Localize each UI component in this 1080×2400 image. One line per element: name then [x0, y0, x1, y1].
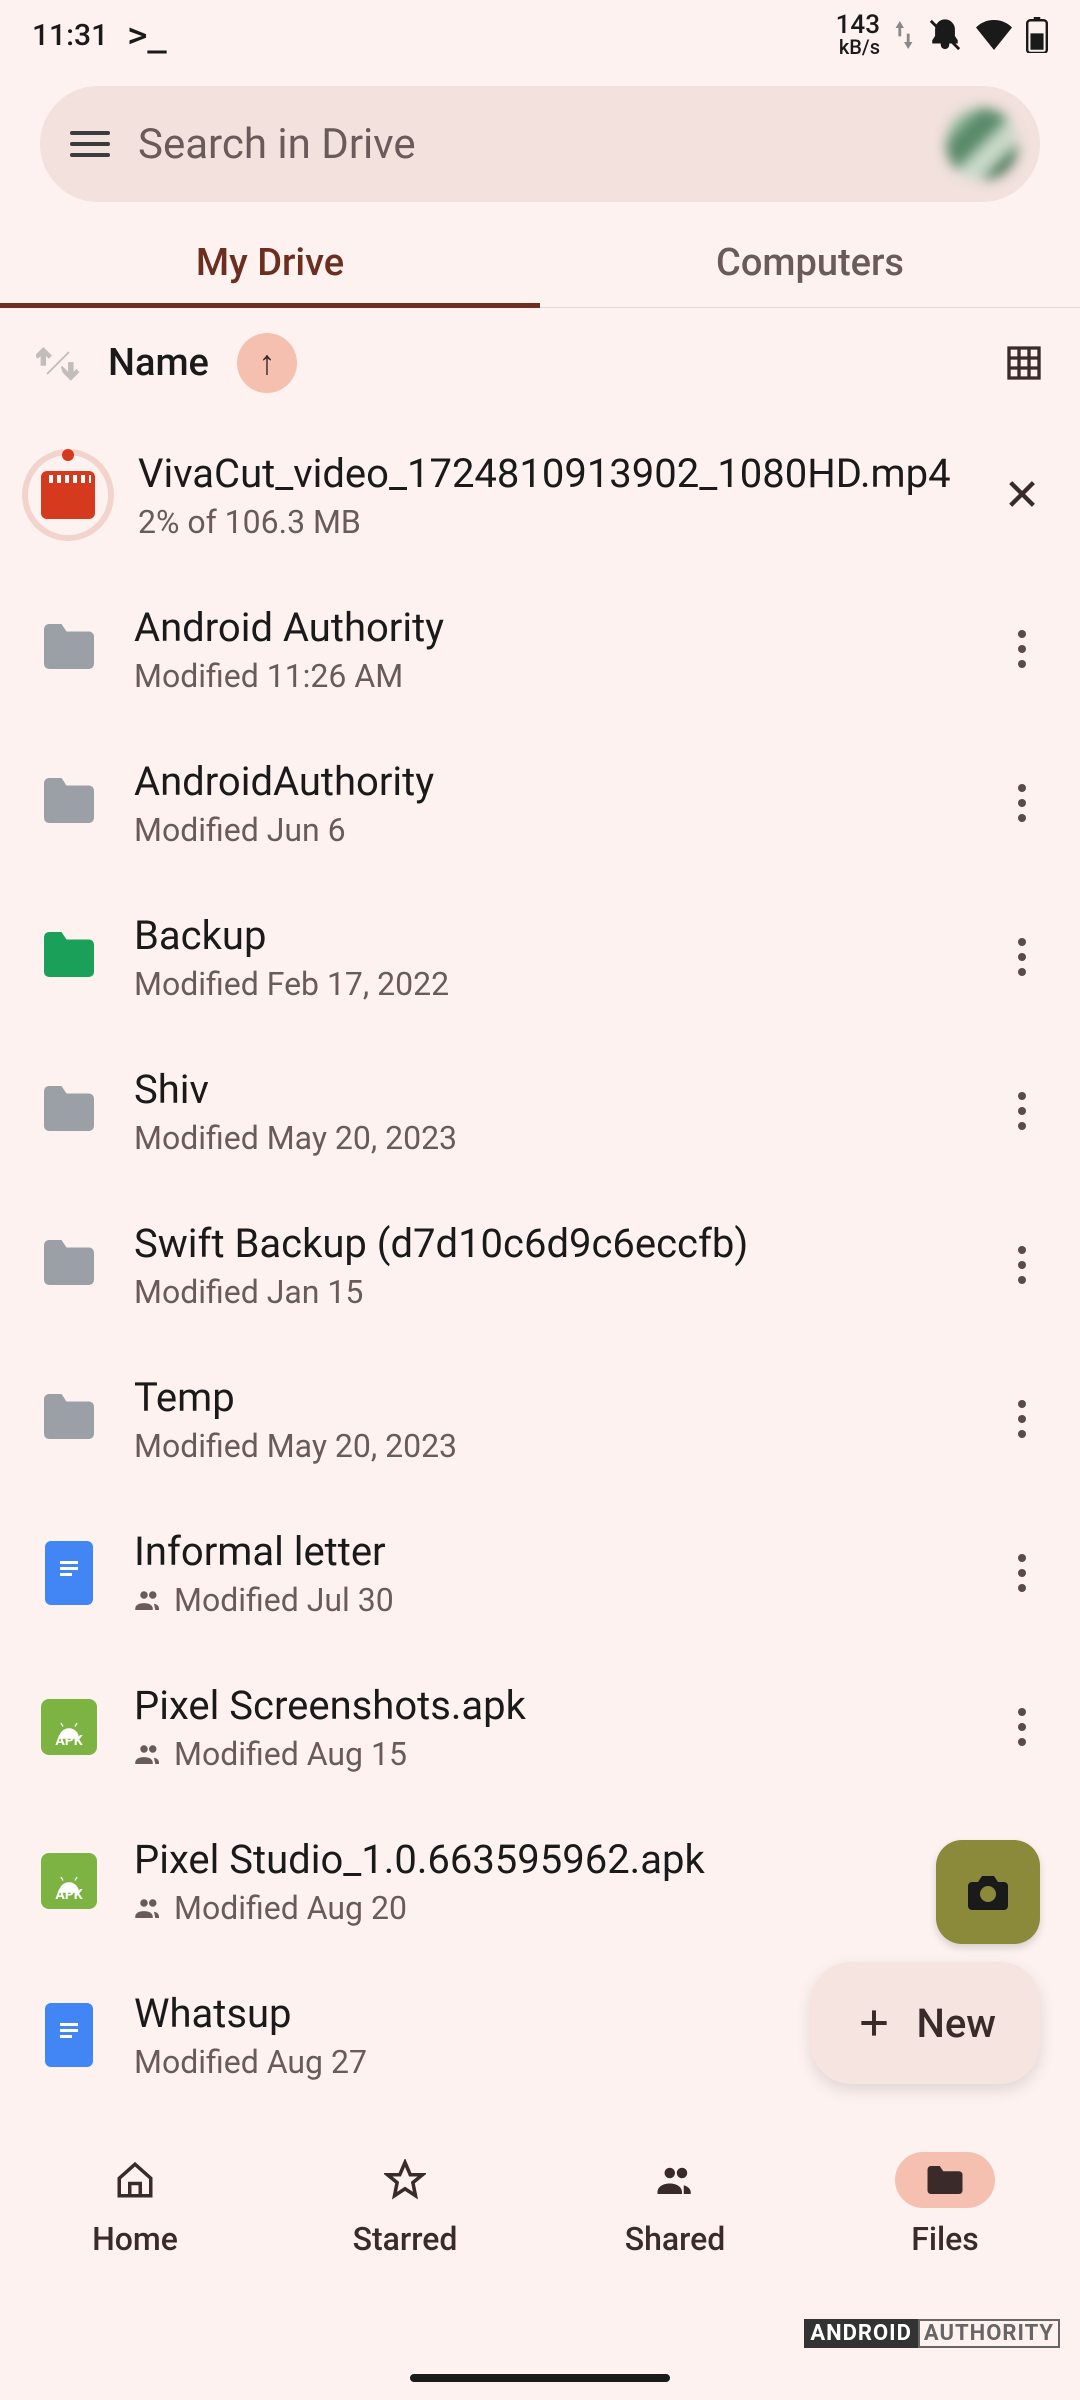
status-time: 11:31 — [32, 18, 108, 53]
upload-item[interactable]: VivaCut_video_1724810913902_1080HD.mp4 2… — [0, 418, 1080, 572]
grid-view-icon[interactable] — [1004, 343, 1044, 383]
file-meta: Modified Feb 17, 2022 — [134, 965, 968, 1003]
folder-icon — [36, 1386, 102, 1452]
file-name: AndroidAuthority — [134, 758, 968, 805]
more-button[interactable] — [1000, 1092, 1044, 1130]
file-name: Temp — [134, 1374, 968, 1421]
status-right: 143 kB/s — [836, 14, 1048, 55]
nav-shared[interactable]: Shared — [540, 2120, 810, 2290]
file-meta: Modified May 20, 2023 — [134, 1427, 968, 1465]
wifi-icon — [976, 20, 1012, 50]
star-icon — [384, 2159, 426, 2201]
file-list[interactable]: VivaCut_video_1724810913902_1080HD.mp4 2… — [0, 418, 1080, 2112]
more-button[interactable] — [1000, 1554, 1044, 1592]
more-button[interactable] — [1000, 1400, 1044, 1438]
avatar[interactable] — [946, 108, 1018, 180]
search-bar[interactable] — [40, 86, 1040, 202]
more-button[interactable] — [1000, 938, 1044, 976]
network-speed: 143 kB/s — [836, 14, 880, 55]
tab-computers[interactable]: Computers — [540, 218, 1080, 307]
file-meta: Modified 11:26 AM — [134, 657, 968, 695]
nav-starred[interactable]: Starred — [270, 2120, 540, 2290]
sort-label: Name — [108, 341, 209, 385]
new-fab[interactable]: New — [811, 1962, 1041, 2084]
file-meta: 2% of 106.3 MB — [138, 503, 968, 541]
file-item[interactable]: Informal letter Modified Jul 30 — [0, 1496, 1080, 1650]
file-item[interactable]: Shiv Modified May 20, 2023 — [0, 1034, 1080, 1188]
sort-arrow-icon: ↑ — [237, 333, 297, 393]
mute-icon — [928, 18, 962, 52]
apk-icon — [41, 1853, 97, 1909]
menu-icon[interactable] — [70, 124, 110, 164]
file-name: Shiv — [134, 1066, 968, 1113]
camera-icon — [964, 1868, 1012, 1916]
file-meta: Modified Aug 15 — [134, 1735, 968, 1773]
file-name: Pixel Studio_1.0.663595962.apk — [134, 1836, 968, 1883]
file-item[interactable]: Pixel Screenshots.apk Modified Aug 15 — [0, 1650, 1080, 1804]
file-item[interactable]: Backup Modified Feb 17, 2022 — [0, 880, 1080, 1034]
more-button[interactable] — [1000, 784, 1044, 822]
people-icon — [654, 2159, 696, 2201]
file-item[interactable]: Swift Backup (d7d10c6d9c6eccfb) Modified … — [0, 1188, 1080, 1342]
file-meta: Modified May 20, 2023 — [134, 1119, 968, 1157]
battery-icon — [1026, 17, 1048, 53]
file-meta: Modified Jan 15 — [134, 1273, 968, 1311]
nav-home[interactable]: Home — [0, 2120, 270, 2290]
sort-xy-icon — [36, 341, 80, 385]
video-icon — [41, 471, 95, 519]
file-name: Swift Backup (d7d10c6d9c6eccfb) — [134, 1220, 968, 1267]
more-button[interactable] — [1000, 630, 1044, 668]
watermark: ANDROIDAUTHORITY — [804, 2321, 1060, 2346]
folder-icon — [36, 1078, 102, 1144]
file-name: Backup — [134, 912, 968, 959]
tabs: My Drive Computers — [0, 218, 1080, 308]
tab-my-drive[interactable]: My Drive — [0, 218, 540, 307]
home-icon — [114, 2159, 156, 2201]
upload-progress-icon — [22, 449, 114, 541]
doc-icon — [45, 2003, 93, 2067]
status-bar: 11:31 >_ 143 kB/s — [0, 0, 1080, 70]
plus-icon — [855, 2004, 893, 2042]
new-fab-label: New — [917, 2000, 997, 2047]
file-meta: Modified Jul 30 — [134, 1581, 968, 1619]
more-button[interactable] — [1000, 1246, 1044, 1284]
gesture-bar[interactable] — [410, 2374, 670, 2382]
folder-icon — [36, 1232, 102, 1298]
status-left: 11:31 >_ — [32, 16, 167, 54]
file-meta: Modified Jun 6 — [134, 811, 968, 849]
apk-icon — [41, 1699, 97, 1755]
folder-icon — [924, 2159, 966, 2201]
doc-icon — [45, 1541, 93, 1605]
file-name: Informal letter — [134, 1528, 968, 1575]
folder-icon — [36, 616, 102, 682]
search-input[interactable] — [138, 120, 918, 169]
sort-button[interactable]: Name ↑ — [36, 333, 297, 393]
camera-fab[interactable] — [936, 1840, 1040, 1944]
file-meta: Modified Aug 20 — [134, 1889, 968, 1927]
file-name: Pixel Screenshots.apk — [134, 1682, 968, 1729]
terminal-icon: >_ — [128, 16, 167, 54]
sort-row: Name ↑ — [0, 308, 1080, 418]
arrows-icon — [894, 21, 914, 49]
more-button[interactable] — [1000, 1708, 1044, 1746]
bottom-nav: Home Starred Shared Files — [0, 2120, 1080, 2290]
nav-files[interactable]: Files — [810, 2120, 1080, 2290]
file-item[interactable]: Android Authority Modified 11:26 AM — [0, 572, 1080, 726]
cancel-upload-button[interactable]: ✕ — [1000, 469, 1044, 521]
folder-icon — [36, 924, 102, 990]
file-item[interactable]: Pixel Studio_1.0.663595962.apk Modified A… — [0, 1804, 1080, 1958]
file-name: Android Authority — [134, 604, 968, 651]
file-item[interactable]: Temp Modified May 20, 2023 — [0, 1342, 1080, 1496]
folder-icon — [36, 770, 102, 836]
file-item[interactable]: AndroidAuthority Modified Jun 6 — [0, 726, 1080, 880]
file-name: VivaCut_video_1724810913902_1080HD.mp4 — [138, 450, 968, 497]
